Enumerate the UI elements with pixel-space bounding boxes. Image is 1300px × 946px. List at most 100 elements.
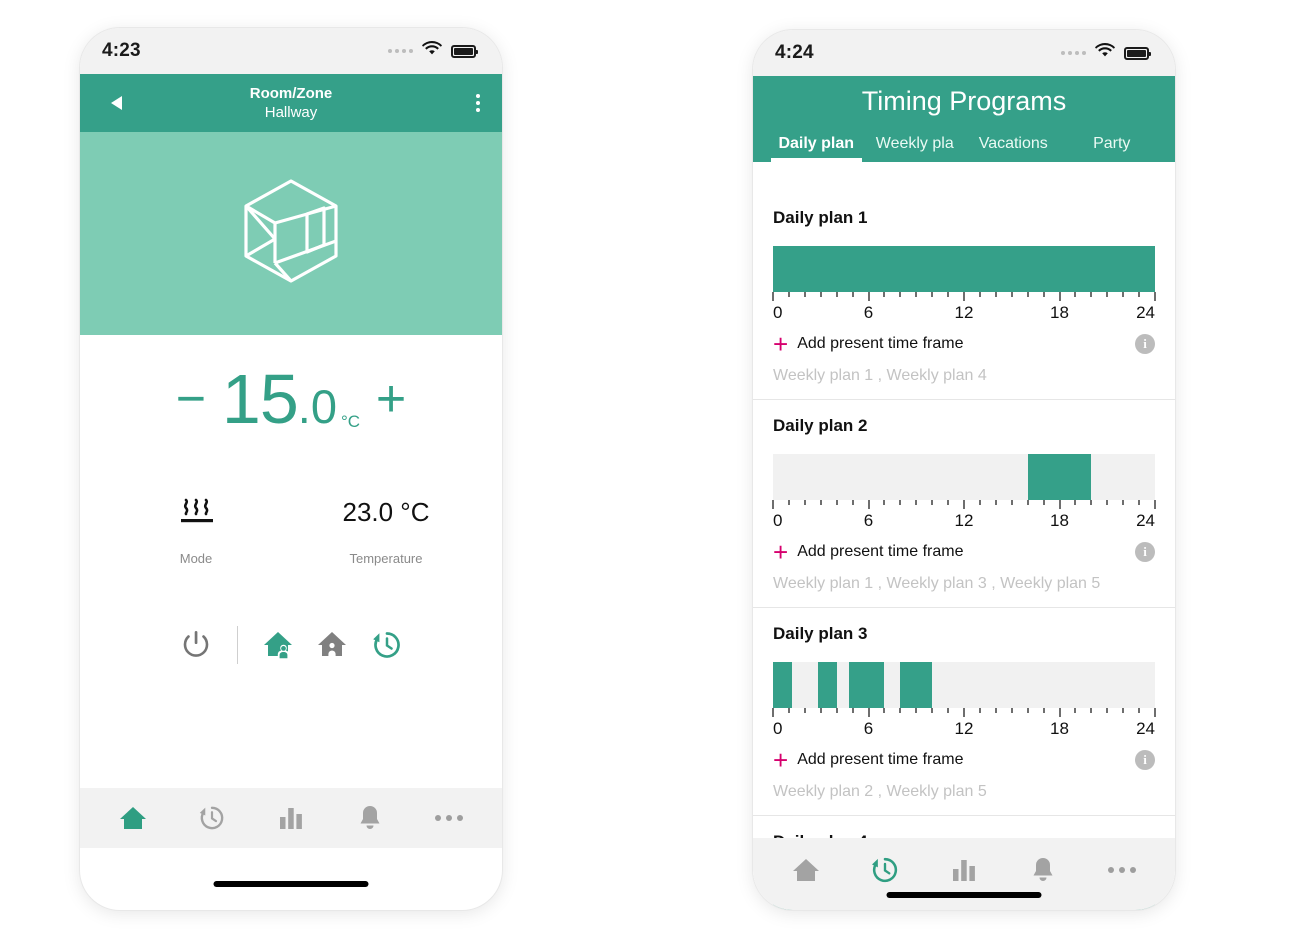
status-bar: 4:23 (80, 28, 502, 74)
nav-more[interactable] (421, 796, 477, 840)
axis-tick-label: 12 (954, 511, 974, 530)
plan-timeline[interactable] (773, 246, 1155, 292)
wifi-icon (422, 41, 442, 61)
bottom-navigation (753, 838, 1175, 910)
tab-party[interactable]: Party (1063, 129, 1162, 162)
readout-temperature-label: Temperature (349, 551, 423, 566)
timeline-ticks (772, 292, 1156, 301)
add-present-time-frame-button[interactable]: + Add present time frame (773, 747, 963, 773)
plan-timeline[interactable] (773, 454, 1155, 500)
info-icon[interactable]: i (1135, 334, 1155, 354)
axis-tick-label: 0 (773, 719, 783, 738)
page-title: Timing Programs (861, 86, 1067, 116)
timer-icon[interactable] (360, 618, 414, 672)
room-hexagon-icon (235, 175, 347, 292)
nav-home[interactable] (778, 848, 834, 892)
nav-alerts[interactable] (1015, 848, 1071, 892)
page-title: Room/Zone (249, 84, 333, 102)
axis-tick-label: 18 (1050, 719, 1069, 738)
readout-mode[interactable]: Mode (131, 491, 261, 566)
timeline-block[interactable] (1027, 454, 1092, 500)
nav-home[interactable] (105, 796, 161, 840)
back-arrow-icon[interactable] (96, 95, 136, 111)
axis-tick-label: 24 (1136, 303, 1155, 322)
screenshot-root: 4:23 Room/Zone Hallway − 15.0 °C + Mode … (0, 0, 1300, 946)
weekly-plan-references: Weekly plan 2 , Weekly plan 5 (773, 783, 987, 800)
status-time: 4:23 (102, 40, 141, 61)
add-present-time-frame-button[interactable]: + Add present time frame (773, 331, 963, 357)
add-present-time-frame-label: Add present time frame (797, 335, 964, 352)
plus-icon: + (773, 745, 789, 775)
setpoint-decimal: .0 (297, 380, 337, 433)
daily-plan-name: Daily plan 1 (773, 208, 868, 227)
add-present-time-frame-label: Add present time frame (797, 543, 964, 560)
readout-temperature: 23.0 °C Temperature (321, 491, 451, 567)
nav-statistics[interactable] (936, 848, 992, 892)
battery-full-icon (451, 44, 478, 58)
room-titles: Room/Zone Hallway (80, 85, 502, 122)
weekly-plan-references: Weekly plan 1 , Weekly plan 4 (773, 367, 987, 384)
daily-plan-card[interactable]: Daily plan 2 0 6 12 18 24 + Add present time fr… (753, 400, 1175, 608)
setpoint-decrease-button[interactable]: − (160, 373, 222, 425)
tab-weekly-plan[interactable]: Weekly pla (866, 129, 965, 162)
power-icon[interactable] (169, 618, 223, 672)
wifi-icon (1095, 43, 1115, 63)
nav-timer[interactable] (184, 796, 240, 840)
axis-tick-label: 18 (1050, 303, 1069, 322)
kebab-menu-icon[interactable] (476, 94, 480, 112)
add-present-time-frame-button[interactable]: + Add present time frame (773, 539, 963, 565)
timeline-block[interactable] (773, 662, 793, 708)
plan-actions: + Add present time frame i (773, 331, 1155, 357)
daily-plan-name: Daily plan 3 (773, 624, 868, 643)
tab-daily-plan[interactable]: Daily plan (767, 129, 866, 162)
setpoint-control: − 15.0 °C + (80, 335, 502, 445)
nav-alerts[interactable] (342, 796, 398, 840)
timeline-axis-labels: 0 6 12 18 24 (773, 303, 1155, 325)
setpoint-value-group: 15.0 °C (222, 364, 360, 434)
action-divider (236, 626, 238, 664)
axis-tick-label: 24 (1136, 719, 1155, 738)
plus-icon: + (773, 329, 789, 359)
axis-tick-label: 0 (773, 511, 783, 530)
more-dots-icon (1107, 867, 1136, 873)
daily-plan-card[interactable]: Daily plan 3 0 6 12 18 24 + Add present time fr… (753, 608, 1175, 816)
status-indicators (388, 41, 478, 61)
timeline-ticks (772, 500, 1156, 509)
axis-tick-label: 0 (773, 303, 783, 322)
room-header: Room/Zone Hallway (80, 74, 502, 132)
readouts-row: Mode 23.0 °C Temperature (80, 491, 502, 567)
house-person-gray-icon[interactable] (306, 618, 360, 672)
timeline-block[interactable] (849, 662, 885, 708)
timeline-axis-labels: 0 6 12 18 24 (773, 511, 1155, 533)
plan-actions: + Add present time frame i (773, 539, 1155, 565)
plus-icon: + (773, 537, 789, 567)
plan-actions: + Add present time frame i (773, 747, 1155, 773)
axis-tick-label: 6 (863, 303, 874, 322)
axis-tick-label: 12 (954, 719, 974, 738)
daily-plan-list[interactable]: Daily plan 1 0 6 12 18 24 + Add present time fr… (753, 192, 1175, 910)
nav-statistics[interactable] (263, 796, 319, 840)
timeline-ticks (772, 708, 1156, 717)
timeline-block[interactable] (773, 246, 1155, 292)
info-icon[interactable]: i (1135, 542, 1155, 562)
readout-mode-label: Mode (179, 551, 213, 566)
house-person-filled-icon[interactable] (252, 618, 306, 672)
axis-tick-label: 18 (1050, 511, 1069, 530)
info-icon[interactable]: i (1135, 750, 1155, 770)
timeline-block[interactable] (817, 662, 837, 708)
setpoint-unit: °C (341, 411, 361, 431)
signal-dots-icon (1061, 51, 1086, 55)
setpoint-increase-button[interactable]: + (360, 373, 422, 425)
phone-timing-programs: 4:24 Timing Programs Daily plan Weekly p… (753, 30, 1175, 910)
setpoint-value: 15 (221, 360, 299, 438)
room-hero (80, 132, 502, 335)
daily-plan-card[interactable]: Daily plan 1 0 6 12 18 24 + Add present time fr… (753, 192, 1175, 400)
timing-programs-header: Timing Programs Daily plan Weekly pla Va… (753, 76, 1175, 162)
nav-more[interactable] (1094, 848, 1150, 892)
nav-timer[interactable] (857, 848, 913, 892)
plan-timeline[interactable] (773, 662, 1155, 708)
action-icon-row (80, 618, 502, 672)
timeline-block[interactable] (900, 662, 933, 708)
tab-vacations[interactable]: Vacations (964, 129, 1063, 162)
status-time: 4:24 (775, 42, 814, 63)
